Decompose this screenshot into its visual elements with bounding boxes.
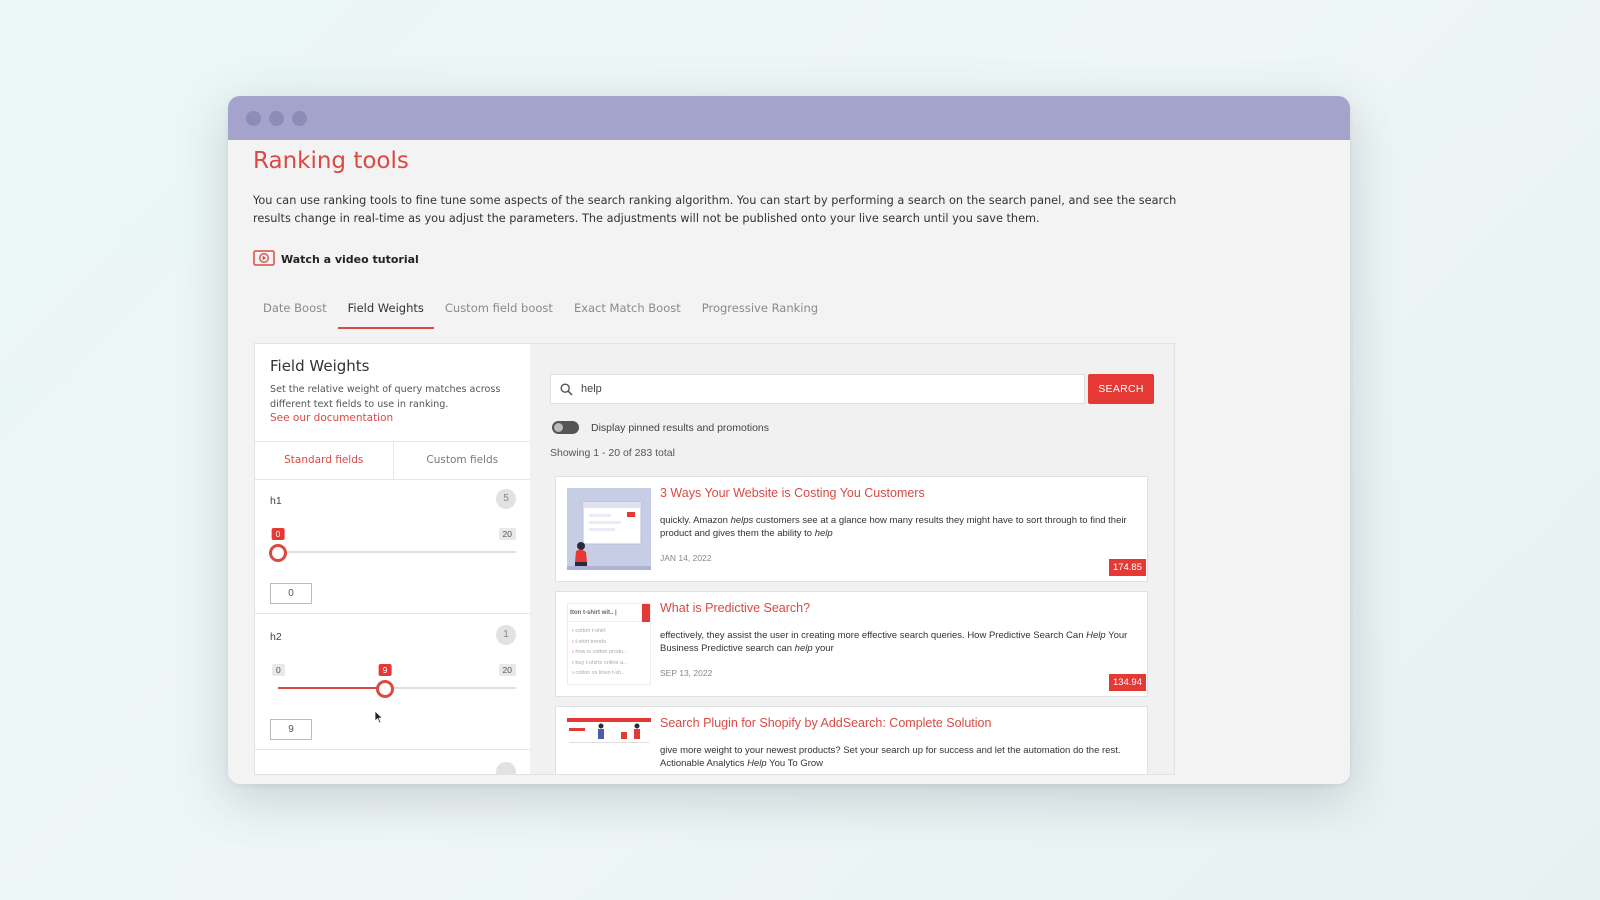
pinned-results-toggle-row: Display pinned results and promotions	[552, 421, 769, 434]
page-intro: You can use ranking tools to fine tune s…	[253, 194, 1177, 225]
result-thumbnail-image: tton t-shirt wit.. | › cotton t-shirt › …	[567, 603, 651, 685]
slider-thumb[interactable]	[269, 544, 287, 562]
default-weight-badge: 1	[496, 625, 516, 645]
field-weights-description: Set the relative weight of query matches…	[270, 384, 501, 410]
video-play-icon	[253, 250, 275, 269]
field-weights-panel: Field Weights Set the relative weight of…	[254, 343, 532, 775]
slider-fill	[278, 687, 386, 689]
result-date: SEP 13, 2022	[660, 668, 713, 678]
video-tutorial-link[interactable]: Watch a video tutorial	[253, 250, 419, 269]
field-label: h1	[270, 495, 282, 507]
result-card[interactable]: tton t-shirt wit.. | › cotton t-shirt › …	[555, 591, 1148, 697]
slider-thumb[interactable]	[376, 680, 395, 698]
field-weights-title: Field Weights	[270, 357, 370, 375]
slider-min-label: 0	[272, 664, 285, 676]
tab-exact-match-boost[interactable]: Exact Match Boost	[564, 295, 691, 329]
result-snippet: quickly. Amazon helps customers see at a…	[660, 515, 1127, 539]
default-weight-badge: 5	[496, 489, 516, 509]
browser-window: Ranking tools You can use ranking tools …	[228, 96, 1350, 784]
weight-slider[interactable]: 0 20	[269, 528, 516, 574]
documentation-link[interactable]: See our documentation	[270, 412, 393, 424]
slider-current-value: 9	[378, 664, 392, 676]
result-title[interactable]: 3 Ways Your Website is Costing You Custo…	[660, 486, 925, 500]
tab-field-weights[interactable]: Field Weights	[337, 295, 435, 329]
results-count: Showing 1 - 20 of 283 total	[550, 447, 675, 459]
result-date: JAN 14, 2022	[660, 553, 712, 563]
video-tutorial-label: Watch a video tutorial	[281, 253, 419, 266]
tab-date-boost[interactable]: Date Boost	[253, 295, 337, 329]
result-card[interactable]: 3 Ways Your Website is Costing You Custo…	[555, 476, 1148, 582]
weight-input[interactable]: 0	[270, 583, 312, 604]
default-weight-badge	[496, 762, 516, 774]
search-box	[550, 374, 1085, 404]
search-icon	[560, 382, 573, 396]
ranking-tabs: Date Boost Field Weights Custom field bo…	[253, 295, 829, 329]
result-snippet: effectively, they assist the user in cre…	[660, 630, 1128, 654]
result-title[interactable]: What is Predictive Search?	[660, 601, 810, 615]
result-title[interactable]: Search Plugin for Shopify by AddSearch: …	[660, 716, 991, 730]
page-content: Ranking tools You can use ranking tools …	[228, 140, 1350, 784]
window-maximize-dot[interactable]	[292, 111, 307, 126]
result-card[interactable]: Search Plugin for Shopify by AddSearch: …	[555, 706, 1148, 774]
page-title: Ranking tools	[253, 148, 409, 174]
pinned-results-toggle[interactable]	[552, 421, 579, 434]
field-label: h2	[270, 631, 282, 643]
slider-current-value: 0	[271, 528, 285, 540]
search-button[interactable]: SEARCH	[1088, 374, 1154, 404]
field-weight-next	[255, 750, 531, 774]
window-minimize-dot[interactable]	[269, 111, 284, 126]
window-close-dot[interactable]	[246, 111, 261, 126]
result-score-badge: 134.94	[1108, 674, 1146, 691]
weight-input[interactable]: 9	[270, 719, 312, 740]
result-snippet: give more weight to your newest products…	[660, 745, 1121, 769]
field-weight-h2: h2 1 0 9 20 9	[255, 614, 531, 750]
tab-progressive-ranking[interactable]: Progressive Ranking	[692, 295, 828, 329]
search-input[interactable]	[579, 382, 1063, 396]
slider-max-label: 20	[498, 664, 516, 676]
field-weight-h1: h1 5 0 20 0	[255, 478, 531, 614]
mouse-pointer-icon	[374, 710, 384, 729]
search-preview-panel: SEARCH Display pinned results and promot…	[530, 343, 1175, 775]
window-titlebar	[228, 96, 1350, 140]
field-subtabs: Standard fields Custom fields	[255, 441, 531, 480]
thumbnail-search-bar: tton t-shirt wit.. |	[568, 604, 650, 622]
slider-track	[278, 551, 516, 553]
tab-custom-field-boost[interactable]: Custom field boost	[435, 295, 563, 329]
result-score-badge: 174.85	[1108, 559, 1146, 576]
toggle-knob	[554, 423, 563, 432]
result-thumbnail-image	[567, 718, 651, 774]
subtab-custom-fields[interactable]: Custom fields	[393, 442, 531, 479]
weight-slider[interactable]: 0 9 20	[270, 664, 516, 710]
slider-max-label: 20	[498, 528, 516, 540]
result-thumbnail-image	[567, 488, 651, 570]
pinned-results-label: Display pinned results and promotions	[591, 421, 770, 434]
subtab-standard-fields[interactable]: Standard fields	[255, 442, 394, 479]
